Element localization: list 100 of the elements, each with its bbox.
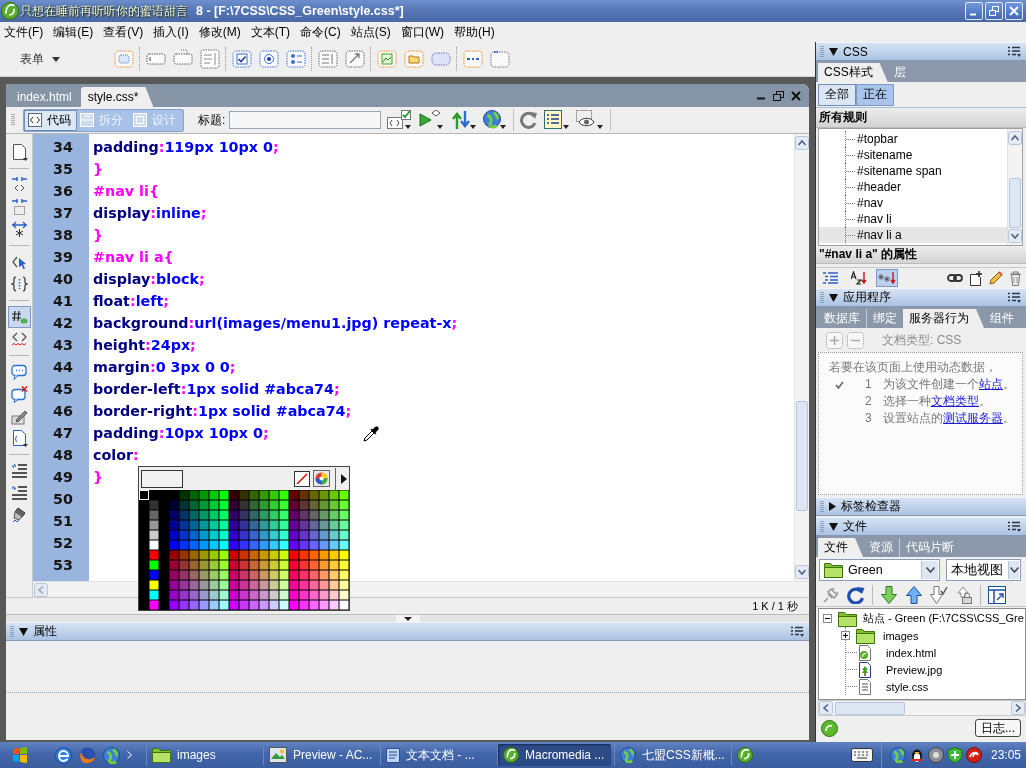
collapse-triangle-icon[interactable] [829,293,838,302]
disc-icon[interactable] [927,747,944,763]
menu-item[interactable]: 命令(C) [296,22,347,42]
title-input[interactable] [229,111,382,129]
caret-icon[interactable] [925,567,935,573]
step-link[interactable]: 站点 [979,377,1003,391]
panel-menu-icon[interactable] [1008,46,1021,57]
visual-aids-icon[interactable] [576,110,605,130]
collapse-tag-icon[interactable] [10,176,28,194]
browser-e-icon[interactable] [55,746,72,764]
scroll-thumb[interactable] [796,401,808,511]
collapse-triangle-icon[interactable] [829,522,838,531]
menu-item[interactable]: 帮助(H) [450,22,501,42]
speech-bubble-icon[interactable] [10,363,28,381]
mode-button[interactable]: 全部 [818,83,856,106]
color-wheel-icon[interactable] [313,470,330,487]
view-button[interactable]: 代码 [24,109,77,131]
invalid-code-icon[interactable] [10,330,28,348]
down-arrow-tick-icon[interactable] [930,585,948,604]
restore-icon[interactable] [773,90,784,101]
asterisk-arrow-icon[interactable] [878,271,896,285]
close-button[interactable] [1005,2,1023,20]
validate-icon[interactable] [387,110,414,130]
outdent-icon[interactable] [10,484,28,502]
category-list-icon[interactable] [823,272,839,284]
shield-icon[interactable] [946,747,963,763]
swirl-icon[interactable] [965,747,982,763]
expand-triangle-icon[interactable] [829,502,836,511]
panel-tab[interactable]: 服务器行为 [903,309,984,328]
trash-icon[interactable] [1009,270,1022,286]
document-tab[interactable]: style.css* [80,87,154,107]
close-icon[interactable] [791,90,801,101]
view-options-icon[interactable] [544,110,571,130]
refresh-icon[interactable] [520,111,539,129]
panel-header[interactable]: 文件 [816,517,1026,536]
hash-icon[interactable] [10,308,28,326]
scroll-down-icon[interactable] [1008,229,1022,243]
panel-menu-icon[interactable] [1008,521,1021,532]
log-button[interactable]: 日志... [975,719,1021,737]
file-tree-item[interactable]: index.html [886,646,937,659]
file-tree-item[interactable]: style.css [886,680,929,693]
browser-check-icon[interactable] [419,110,446,130]
drag-handle[interactable] [10,625,14,638]
scroll-up-icon[interactable] [1008,131,1022,145]
css-rule-item[interactable]: #header [857,180,902,194]
brush-icon[interactable] [10,506,28,524]
minimize-button[interactable] [965,2,983,20]
panel-menu-icon[interactable] [1008,292,1021,303]
taskbar-button[interactable]: Macromedia ... [497,744,611,766]
braces-icon[interactable] [10,275,28,293]
panel-header[interactable]: CSS [816,42,1026,61]
site-dropdown[interactable]: Green [819,559,940,581]
menu-item[interactable]: 插入(I) [149,22,195,42]
chevron-icon[interactable] [127,751,132,759]
document-snippet-icon[interactable] [10,429,28,447]
mode-button[interactable]: 正在 [856,83,894,106]
panel-header[interactable]: 标签检查器 [816,497,1026,516]
taskbar-button[interactable]: images [146,744,260,766]
file-tree-item[interactable]: 站点 - Green (F:\7CSS\CSS_Gre [863,611,1024,626]
drag-handle[interactable] [820,45,824,58]
panel-menu-icon[interactable] [791,626,804,637]
expand-box-icon[interactable] [841,631,850,640]
scroll-thumb[interactable] [1009,178,1021,228]
speech-bubble-cross-icon[interactable] [10,385,28,403]
color-palette-grid[interactable] [139,490,349,610]
menu-item[interactable]: 窗口(W) [396,22,450,42]
fox-globe-icon[interactable] [79,746,96,764]
css-rule-item[interactable]: #nav li [857,212,892,226]
scroll-thumb[interactable] [835,701,905,715]
taskbar-button[interactable]: 七盟CSS新概... [614,744,728,766]
document-icon[interactable] [10,143,28,161]
css-rule-item[interactable]: #sitename span [857,164,942,178]
radio-group-icon[interactable] [285,49,306,69]
globe-icon[interactable] [889,747,906,763]
start-button[interactable] [12,747,28,763]
collapse-arrow-icon[interactable] [403,616,412,621]
menu-item[interactable]: 编辑(E) [49,22,100,42]
drag-handle[interactable] [11,114,15,126]
chain-link-icon[interactable] [947,273,963,283]
code-view-icon[interactable] [28,113,42,127]
transfer-arrows-icon[interactable] [451,110,478,130]
lock-arrow-icon[interactable] [955,585,973,604]
indent-icon[interactable] [10,462,28,480]
expand-all-icon[interactable] [10,220,28,238]
step-link[interactable]: 测试服务器 [943,411,1003,425]
window-expand-icon[interactable] [988,585,1006,604]
label-icon[interactable] [462,49,483,69]
category-dropdown[interactable]: 表单 [14,48,110,70]
up-arrow-icon[interactable] [905,585,923,604]
image-field-icon[interactable] [376,49,397,69]
step-link[interactable]: 文档类型 [931,394,979,408]
pencil-icon[interactable] [989,271,1003,285]
scroll-down-icon[interactable] [795,565,809,579]
restore-icon[interactable] [989,6,999,16]
new-rule-icon[interactable] [969,270,983,286]
file-tree-item[interactable]: images [883,629,919,642]
css-rule-item[interactable]: #nav [857,196,884,210]
checkbox-icon[interactable] [231,49,252,69]
globe-icon[interactable] [483,110,508,130]
scroll-left-icon[interactable] [819,701,833,715]
